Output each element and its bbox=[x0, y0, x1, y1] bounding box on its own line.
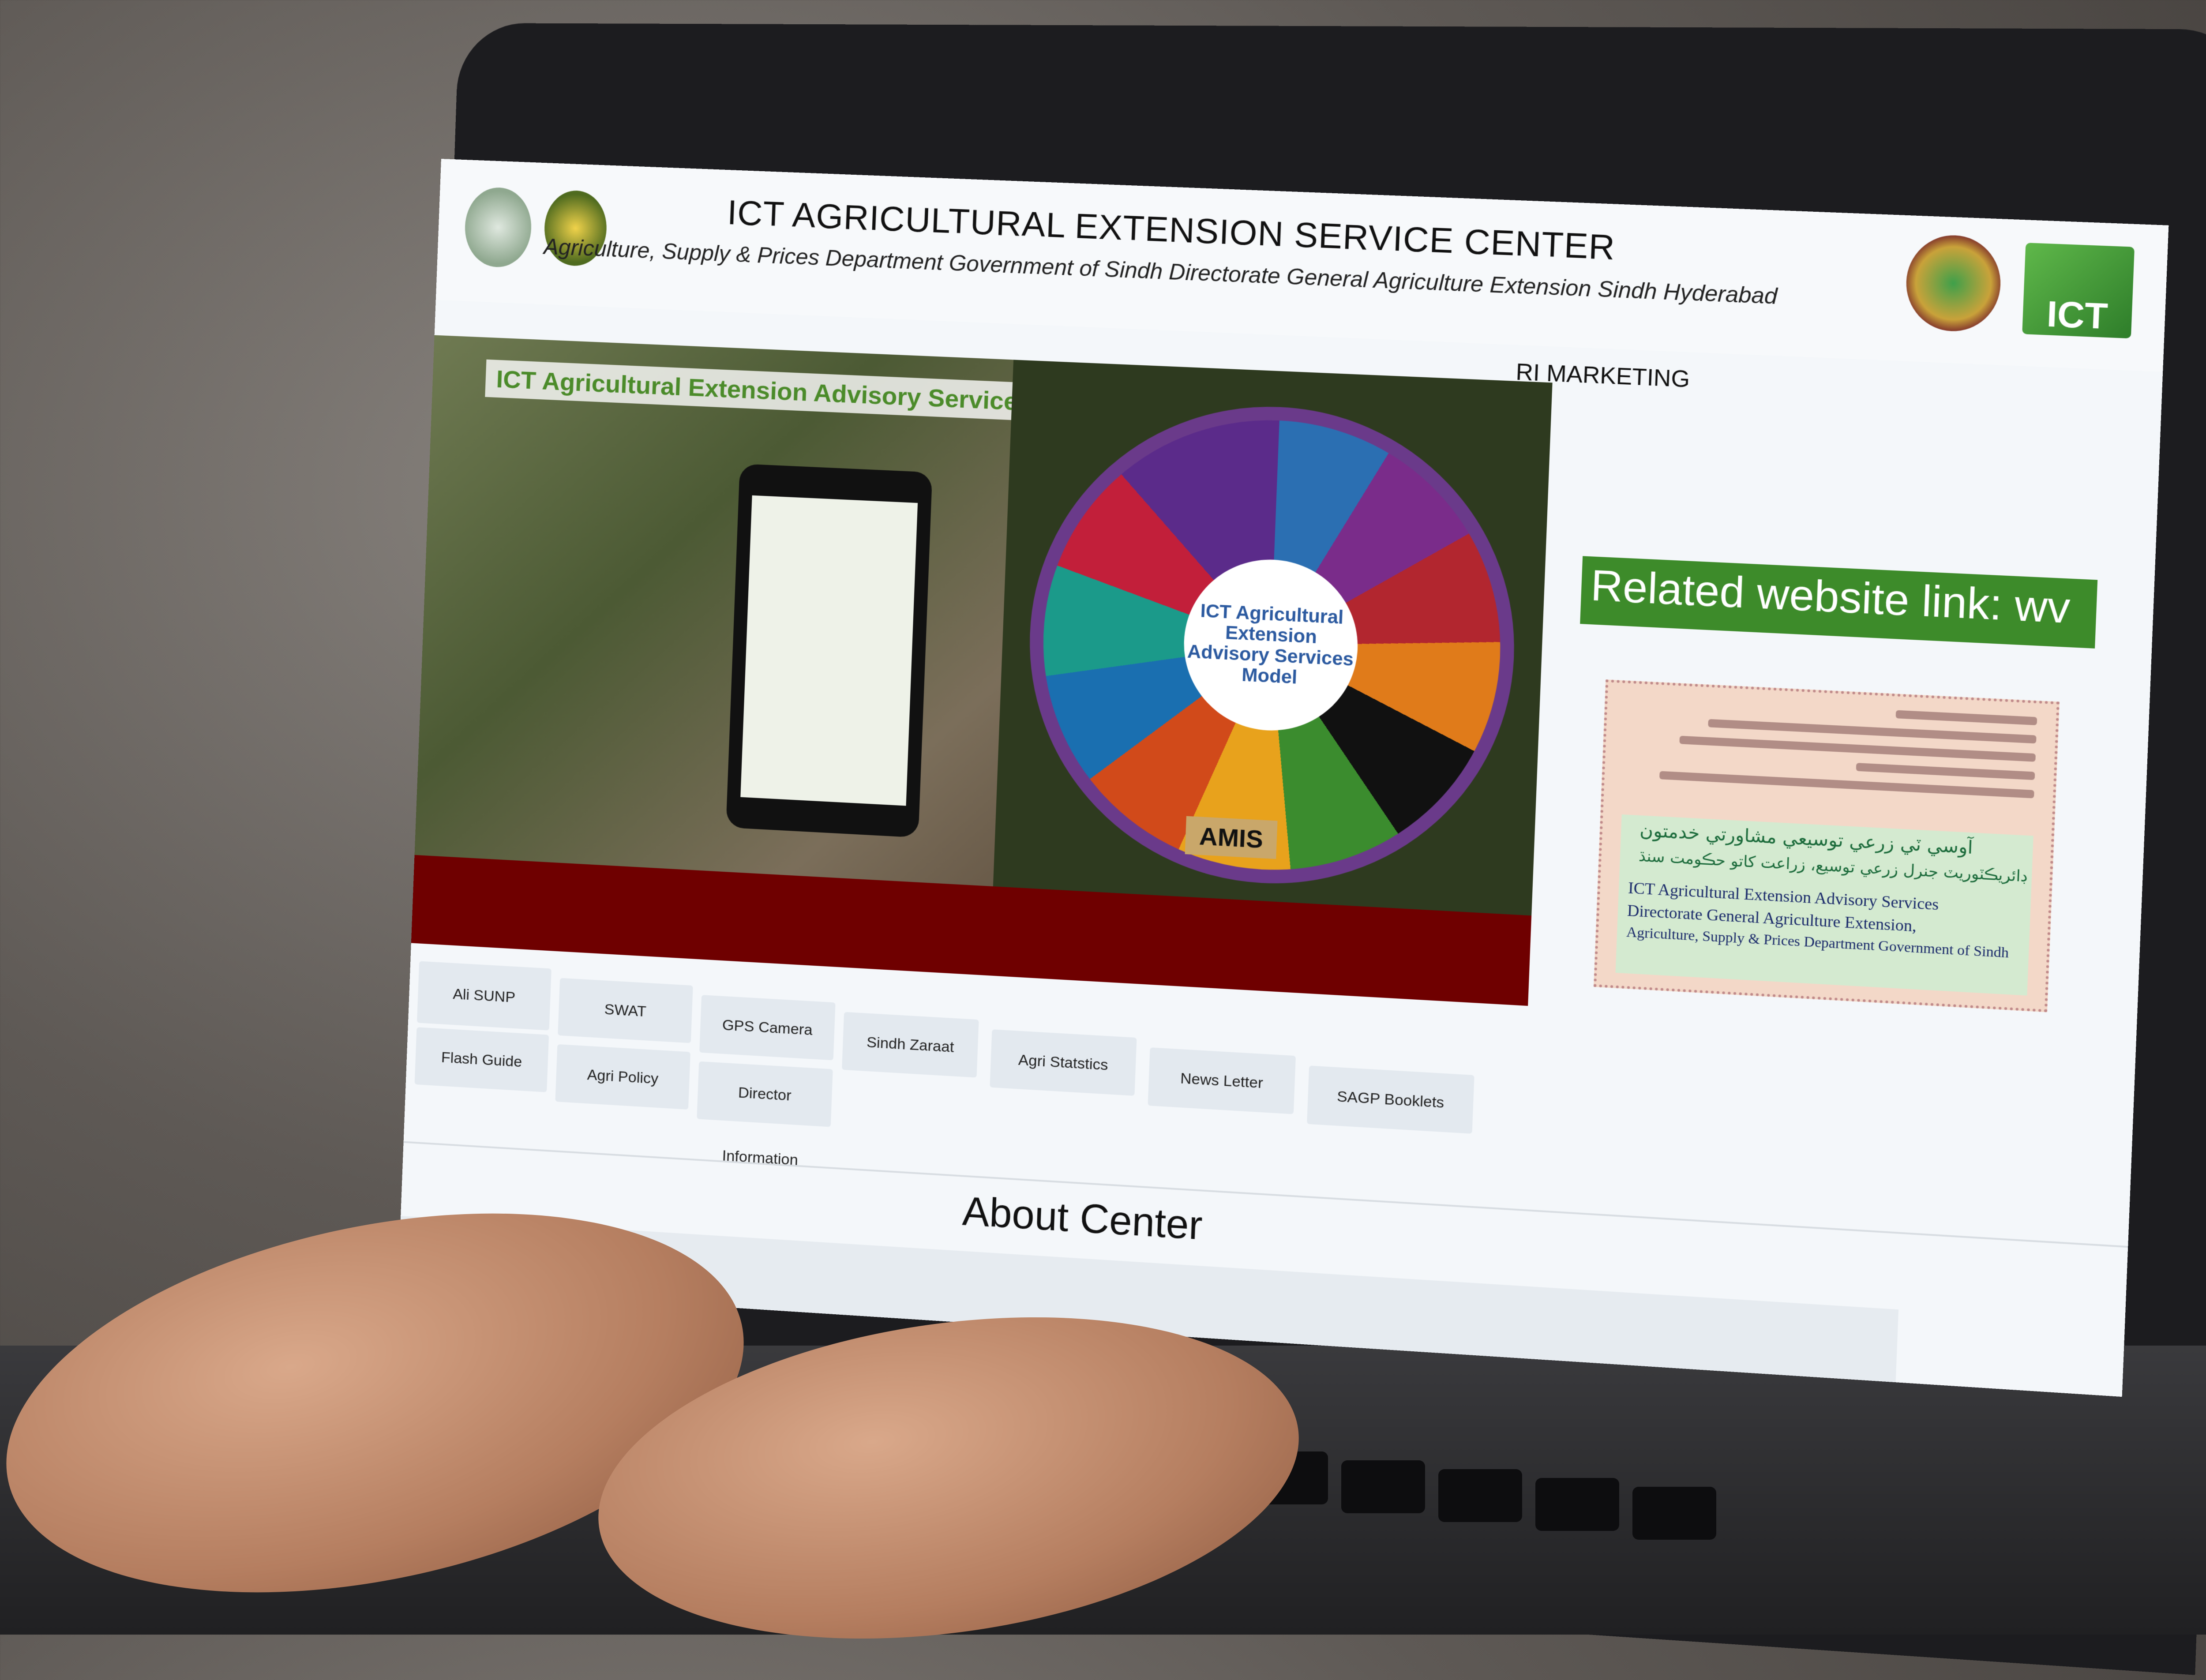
advisory-info-card: آوسي ٽي زرعي توسيعي مشاورتي خدمتون ڊائري… bbox=[1593, 679, 2060, 1012]
nav-agri-statstics[interactable]: Agri Statstics bbox=[990, 1029, 1137, 1096]
hero-slider[interactable]: ICT Agricultural Extension Advisory Serv… bbox=[411, 335, 1553, 1006]
nav-news-letter[interactable]: News Letter bbox=[1148, 1047, 1296, 1114]
phone-screen bbox=[740, 495, 918, 806]
nav-sagp-booklets[interactable]: SAGP Booklets bbox=[1307, 1065, 1474, 1134]
browser-screen: ICT AGRICULTURAL EXTENSION SERVICE CENTE… bbox=[398, 159, 2169, 1397]
ict-extension-services-logo: ICT bbox=[2022, 243, 2135, 339]
pakistan-map-logo bbox=[1904, 233, 2003, 333]
nav-swat[interactable]: SWAT bbox=[558, 978, 693, 1043]
amis-label: AMIS bbox=[1185, 816, 1278, 859]
sindh-government-logo bbox=[463, 186, 533, 269]
nav-director[interactable]: Director bbox=[697, 1061, 833, 1127]
keyboard-key bbox=[1535, 1478, 1619, 1531]
card-text-line bbox=[1856, 763, 2035, 780]
nav-agri-policy[interactable]: Agri Policy bbox=[555, 1044, 690, 1110]
keyboard-key bbox=[1438, 1469, 1522, 1522]
keyboard-key bbox=[1341, 1460, 1425, 1513]
nav-sindh-zaraat[interactable]: Sindh Zaraat bbox=[842, 1012, 979, 1078]
nav-gps-camera[interactable]: GPS Camera bbox=[699, 995, 836, 1061]
phone-image bbox=[726, 464, 933, 838]
nav-ali-sunp[interactable]: Ali SUNP bbox=[416, 961, 552, 1031]
nav-flash-guide[interactable]: Flash Guide bbox=[414, 1027, 549, 1092]
card-text-line bbox=[1895, 710, 2037, 726]
related-website-link[interactable]: Related website link: wv bbox=[1580, 556, 2098, 649]
keyboard-key bbox=[1632, 1487, 1716, 1540]
